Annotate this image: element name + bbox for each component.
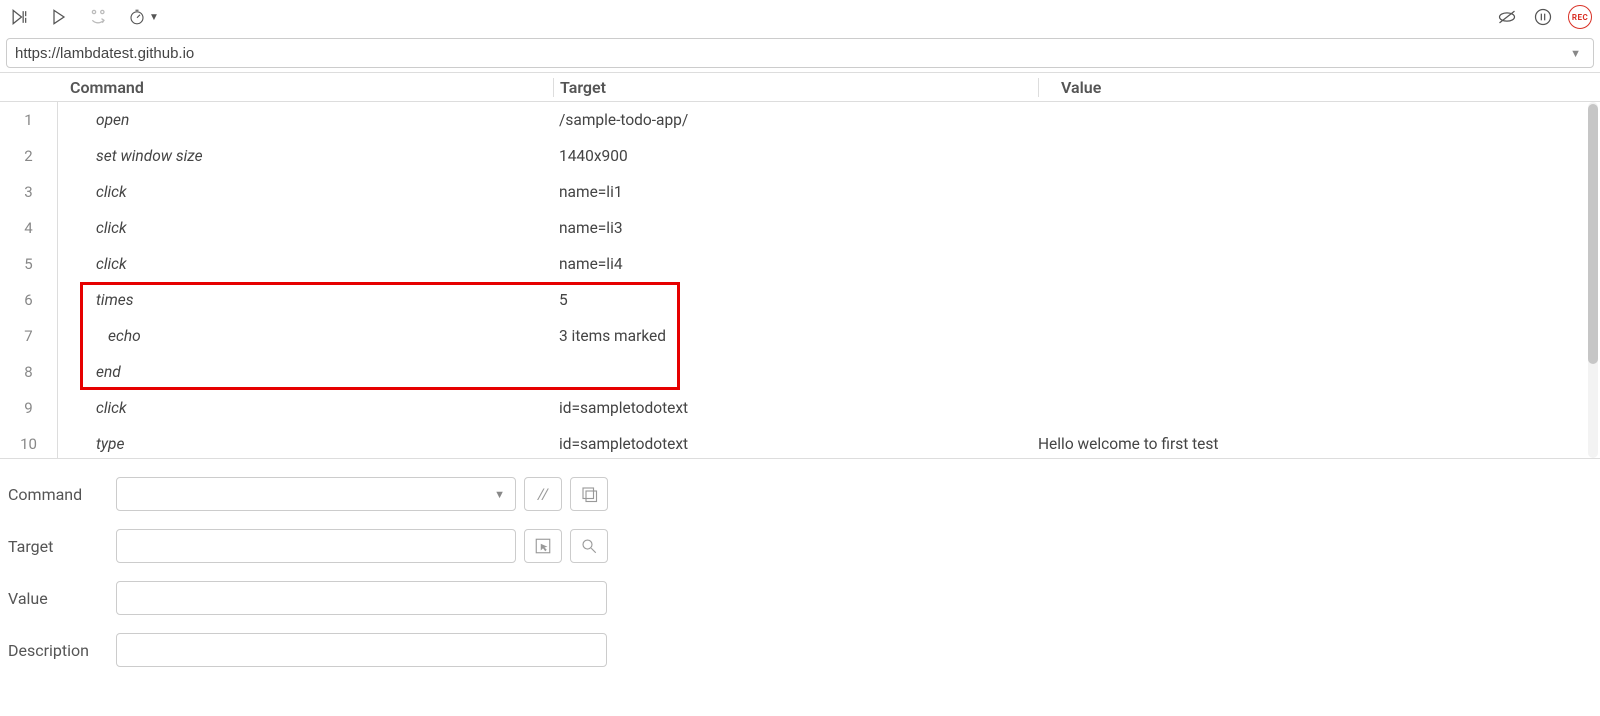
select-target-button[interactable] (524, 529, 562, 563)
row-number: 8 (0, 354, 58, 390)
value-field[interactable] (116, 581, 607, 615)
step-button (88, 6, 110, 28)
description-label: Description (8, 641, 116, 660)
target-field[interactable] (116, 529, 516, 563)
editor-panel: Command ▼ // Target Value Description (0, 459, 1600, 685)
cell-target: 3 items marked (553, 327, 1038, 345)
urlbar[interactable]: ▼ (6, 38, 1594, 68)
value-label: Value (8, 589, 116, 608)
speed-dropdown[interactable]: ▼ (128, 8, 159, 26)
table-row[interactable]: 9clickid=sampletodotext (0, 390, 1600, 426)
cell-command: click (58, 399, 553, 417)
find-target-button[interactable] (570, 529, 608, 563)
cell-target: name=li1 (553, 183, 1038, 201)
table-row[interactable]: 6times5 (0, 282, 1600, 318)
row-number: 2 (0, 138, 58, 174)
caret-down-icon: ▼ (494, 488, 505, 501)
row-number: 3 (0, 174, 58, 210)
row-number: 9 (0, 390, 58, 426)
run-all-button[interactable] (8, 6, 30, 28)
table-row[interactable]: 7echo3 items marked (0, 318, 1600, 354)
toolbar: ▼ REC (0, 0, 1600, 34)
scrollbar[interactable] (1588, 102, 1598, 458)
pause-button[interactable] (1532, 6, 1554, 28)
target-label: Target (8, 537, 116, 556)
cell-command: open (58, 111, 553, 129)
url-input[interactable] (15, 45, 1566, 62)
urlbar-container: ▼ (0, 34, 1600, 72)
table-row[interactable]: 10typeid=sampletodotextHello welcome to … (0, 426, 1600, 458)
col-header-value: Value (1038, 78, 1600, 97)
row-number: 4 (0, 210, 58, 246)
cell-target: name=li4 (553, 255, 1038, 273)
table-row[interactable]: 3clickname=li1 (0, 174, 1600, 210)
col-header-target: Target (553, 78, 1038, 97)
cell-target: id=sampletodotext (553, 435, 1038, 453)
cell-target: id=sampletodotext (553, 399, 1038, 417)
cell-target: 1440x900 (553, 147, 1038, 165)
cell-target: name=li3 (553, 219, 1038, 237)
command-input[interactable] (125, 486, 507, 503)
record-label: REC (1572, 13, 1588, 22)
row-number: 5 (0, 246, 58, 282)
row-number: 1 (0, 102, 58, 138)
record-button[interactable]: REC (1568, 5, 1592, 29)
table-row[interactable]: 1open/sample-todo-app/ (0, 102, 1600, 138)
disable-breakpoints-button[interactable] (1496, 6, 1518, 28)
command-table: 1open/sample-todo-app/2set window size14… (0, 102, 1600, 458)
cell-command: click (58, 255, 553, 273)
value-input[interactable] (125, 590, 598, 607)
cell-command: echo (58, 327, 553, 345)
caret-down-icon: ▼ (149, 12, 159, 23)
cell-command: type (58, 435, 553, 453)
target-input[interactable] (125, 538, 507, 555)
command-label: Command (8, 485, 116, 504)
cell-command: click (58, 219, 553, 237)
row-number: 10 (0, 426, 58, 458)
cell-command: click (58, 183, 553, 201)
table-row[interactable]: 4clickname=li3 (0, 210, 1600, 246)
table-row[interactable]: 8end (0, 354, 1600, 390)
row-number: 7 (0, 318, 58, 354)
col-header-command: Command (58, 78, 553, 97)
cell-target: 5 (553, 291, 1038, 309)
cell-command: set window size (58, 147, 553, 165)
row-number: 6 (0, 282, 58, 318)
cell-target: /sample-todo-app/ (553, 111, 1038, 129)
open-reference-button[interactable] (570, 477, 608, 511)
table-header: Command Target Value (0, 72, 1600, 102)
description-input[interactable] (125, 642, 598, 659)
table-row[interactable]: 5clickname=li4 (0, 246, 1600, 282)
url-dropdown-icon[interactable]: ▼ (1566, 47, 1585, 60)
cell-command: times (58, 291, 553, 309)
command-dropdown[interactable]: ▼ (116, 477, 516, 511)
toggle-comment-button[interactable]: // (524, 477, 562, 511)
cell-command: end (58, 363, 553, 381)
scrollbar-thumb[interactable] (1588, 104, 1598, 364)
run-current-button[interactable] (48, 6, 70, 28)
cell-value: Hello welcome to first test (1038, 435, 1600, 453)
description-field[interactable] (116, 633, 607, 667)
table-row[interactable]: 2set window size1440x900 (0, 138, 1600, 174)
